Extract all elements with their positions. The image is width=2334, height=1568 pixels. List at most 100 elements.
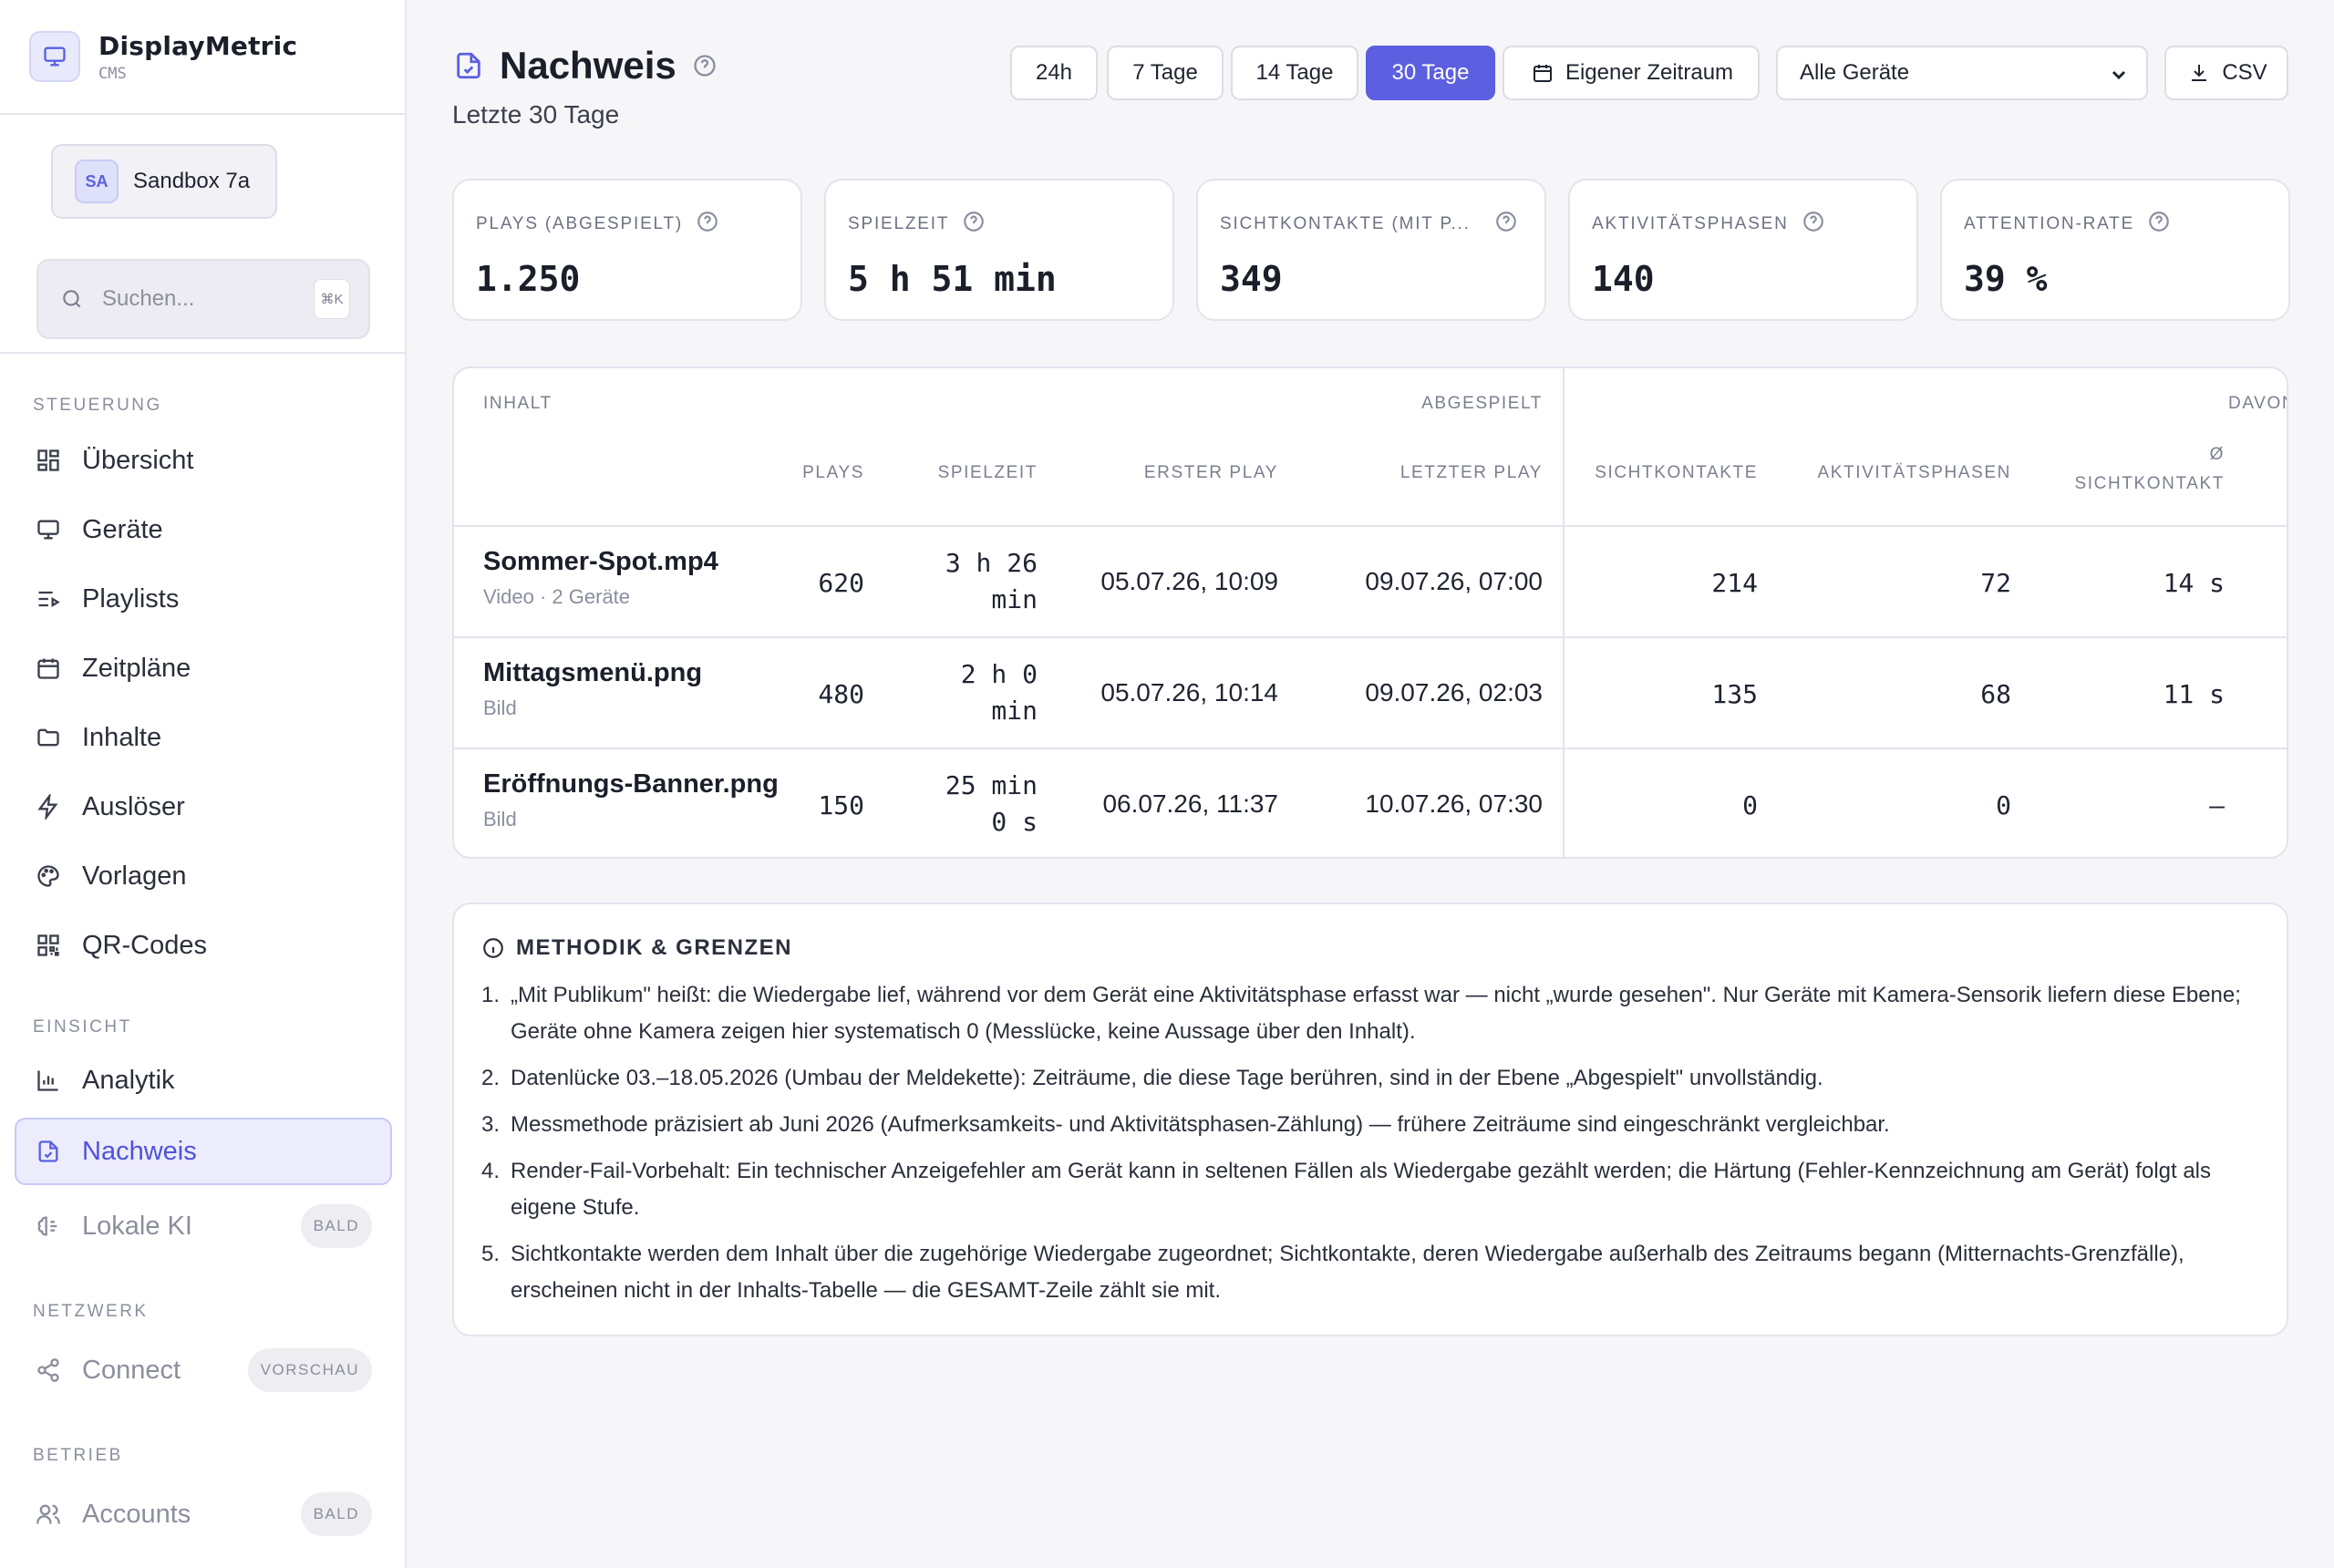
plays-value: 620 (818, 568, 864, 598)
sidebar-item-geraete[interactable]: Geräte (15, 496, 392, 563)
help-icon[interactable] (691, 52, 718, 79)
column-header-avg-symbol: Ø (2209, 445, 2225, 464)
sidebar-item-label: Accounts (82, 1499, 191, 1529)
methodology-title: METHODIK & GRENZEN (516, 935, 792, 960)
plays-value: 150 (818, 790, 864, 820)
sidebar-item-playlists[interactable]: Playlists (15, 565, 392, 633)
list-item: 5. Sichtkontakte werden dem Inhalt über d… (481, 1236, 2259, 1309)
list-item: 1. „Mit Publikum" heißt: die Wiedergabe l… (481, 977, 2259, 1050)
sidebar-item-label: Übersicht (82, 445, 194, 475)
column-header-aktivitaetsphasen[interactable]: AKTIVITÄTSPHASEN (1818, 463, 2011, 483)
group-header-content: INHALT (483, 394, 553, 413)
sidebar-item-label: Analytik (82, 1065, 175, 1095)
page-header: Nachweis (452, 44, 718, 88)
lightning-icon (35, 793, 62, 820)
sidebar-item-label: Lokale KI (82, 1211, 192, 1241)
column-header-sichtkontakte[interactable]: SICHTKONTAKTE (1595, 463, 1758, 483)
playtime-line-1: 25 min (945, 770, 1038, 800)
range-30d-button[interactable]: 30 Tage (1366, 46, 1495, 100)
content-name[interactable]: Eröffnungs-Banner.png (483, 769, 779, 799)
csv-export-button[interactable]: CSV (2164, 46, 2288, 100)
workspace-name: Sandbox 7a (133, 169, 251, 193)
column-header-spielzeit[interactable]: SPIELZEIT (938, 463, 1038, 483)
sidebar-item-label: Geräte (82, 514, 163, 544)
column-divider (1563, 368, 1565, 857)
column-header-letzter-play[interactable]: LETZTER PLAY (1400, 463, 1543, 483)
help-icon[interactable] (2147, 210, 2171, 239)
search-icon (58, 285, 86, 313)
row-divider (454, 636, 2287, 638)
playtime-value: 2 h 0 min (961, 656, 1038, 729)
kpi-label: PLAYS (ABGESPIELT) (476, 214, 684, 233)
playlist-icon (35, 585, 62, 613)
avg-contact-value: 11 s (2163, 679, 2225, 709)
kpi-value: 140 (1592, 259, 1655, 299)
info-icon (483, 938, 503, 958)
custom-range-button[interactable]: Eigener Zeitraum (1503, 46, 1760, 100)
app-name: DisplayMetric (98, 30, 298, 61)
kpi-card-spielzeit: SPIELZEIT 5 h 51 min (824, 179, 1174, 321)
column-header-avg-sichtkontakt[interactable]: Ø SICHTKONTAKT (2074, 445, 2225, 494)
range-24h-button[interactable]: 24h (1010, 46, 1098, 100)
avg-contact-value: 14 s (2163, 568, 2225, 598)
brand[interactable]: DisplayMetric CMS (0, 0, 405, 115)
row-divider (454, 748, 2287, 749)
device-filter-select[interactable]: Alle Geräte (1776, 46, 2148, 100)
last-play-value: 09.07.26, 02:03 (1365, 678, 1543, 707)
methodology-text: Render-Fail-Vorbehalt: Ein technischer A… (511, 1159, 2212, 1220)
help-icon[interactable] (696, 210, 719, 239)
status-badge: BALD (300, 1204, 372, 1248)
sidebar-item-label: Vorlagen (82, 861, 187, 891)
section-label-einsicht: EINSICHT (33, 1017, 132, 1037)
sidebar-item-label: Nachweis (82, 1136, 197, 1166)
playtime-line-1: 3 h 26 (945, 548, 1038, 578)
workspace-avatar: SA (75, 160, 119, 203)
column-header-plays[interactable]: PLAYS (802, 463, 864, 483)
share-icon (35, 1357, 62, 1384)
sidebar-item-ausloeser[interactable]: Auslöser (15, 773, 392, 841)
sidebar-item-uebersicht[interactable]: Übersicht (15, 427, 392, 494)
sidebar-item-inhalte[interactable]: Inhalte (15, 704, 392, 771)
sidebar-item-accounts[interactable]: Accounts BALD (15, 1480, 392, 1548)
content-name[interactable]: Sommer-Spot.mp4 (483, 547, 718, 577)
status-badge: VORSCHAU (247, 1348, 372, 1392)
avg-contact-value: — (2209, 790, 2225, 820)
search-shortcut: ⌘K (314, 279, 350, 319)
grid-icon (35, 447, 62, 474)
kpi-label: ATTENTION-RATE (1964, 214, 2135, 233)
range-7d-button[interactable]: 7 Tage (1107, 46, 1224, 100)
sidebar-item-lokale-ki[interactable]: Lokale KI BALD (15, 1192, 392, 1260)
workspace-switcher[interactable]: SA Sandbox 7a (51, 144, 277, 219)
qr-icon (35, 932, 62, 959)
header-divider (454, 525, 2287, 527)
status-badge: BALD (300, 1492, 372, 1536)
sidebar-item-zeitplaene[interactable]: Zeitpläne (15, 634, 392, 702)
sidebar-item-label: Zeitpläne (82, 653, 191, 683)
sidebar-item-nachweis[interactable]: Nachweis (15, 1118, 392, 1185)
help-icon[interactable] (1802, 210, 1825, 239)
content-meta: Video · 2 Geräte (483, 585, 631, 608)
calendar-icon (1529, 59, 1556, 87)
kpi-value: 39 % (1964, 259, 2048, 299)
page-subtitle: Letzte 30 Tage (452, 100, 620, 129)
sidebar-item-connect[interactable]: Connect VORSCHAU (15, 1336, 392, 1404)
content-name[interactable]: Mittagsmenü.png (483, 658, 702, 688)
sidebar-item-analytik[interactable]: Analytik (15, 1047, 392, 1114)
download-icon (2185, 59, 2213, 87)
help-icon[interactable] (1494, 210, 1518, 239)
column-header-avg-label: SICHTKONTAKT (2074, 474, 2225, 493)
sidebar-item-qr-codes[interactable]: QR-Codes (15, 912, 392, 979)
plays-value: 480 (818, 679, 864, 709)
range-14d-button[interactable]: 14 Tage (1231, 46, 1358, 100)
phases-value: 68 (1980, 679, 2011, 709)
help-icon[interactable] (962, 210, 986, 239)
methodology-text: Sichtkontakte werden dem Inhalt über die… (511, 1242, 2184, 1303)
search-input[interactable]: Suchen... ⌘K (36, 259, 370, 339)
palette-icon (35, 862, 62, 890)
sidebar-item-vorlagen[interactable]: Vorlagen (15, 842, 392, 910)
device-filter-value: Alle Geräte (1800, 60, 1910, 85)
column-header-erster-play[interactable]: ERSTER PLAY (1144, 463, 1278, 483)
sidebar: DisplayMetric CMS SA Sandbox 7a Suchen..… (0, 0, 407, 1568)
kpi-card-attention-rate: ATTENTION-RATE 39 % (1940, 179, 2290, 321)
sidebar-item-label: QR-Codes (82, 930, 207, 960)
